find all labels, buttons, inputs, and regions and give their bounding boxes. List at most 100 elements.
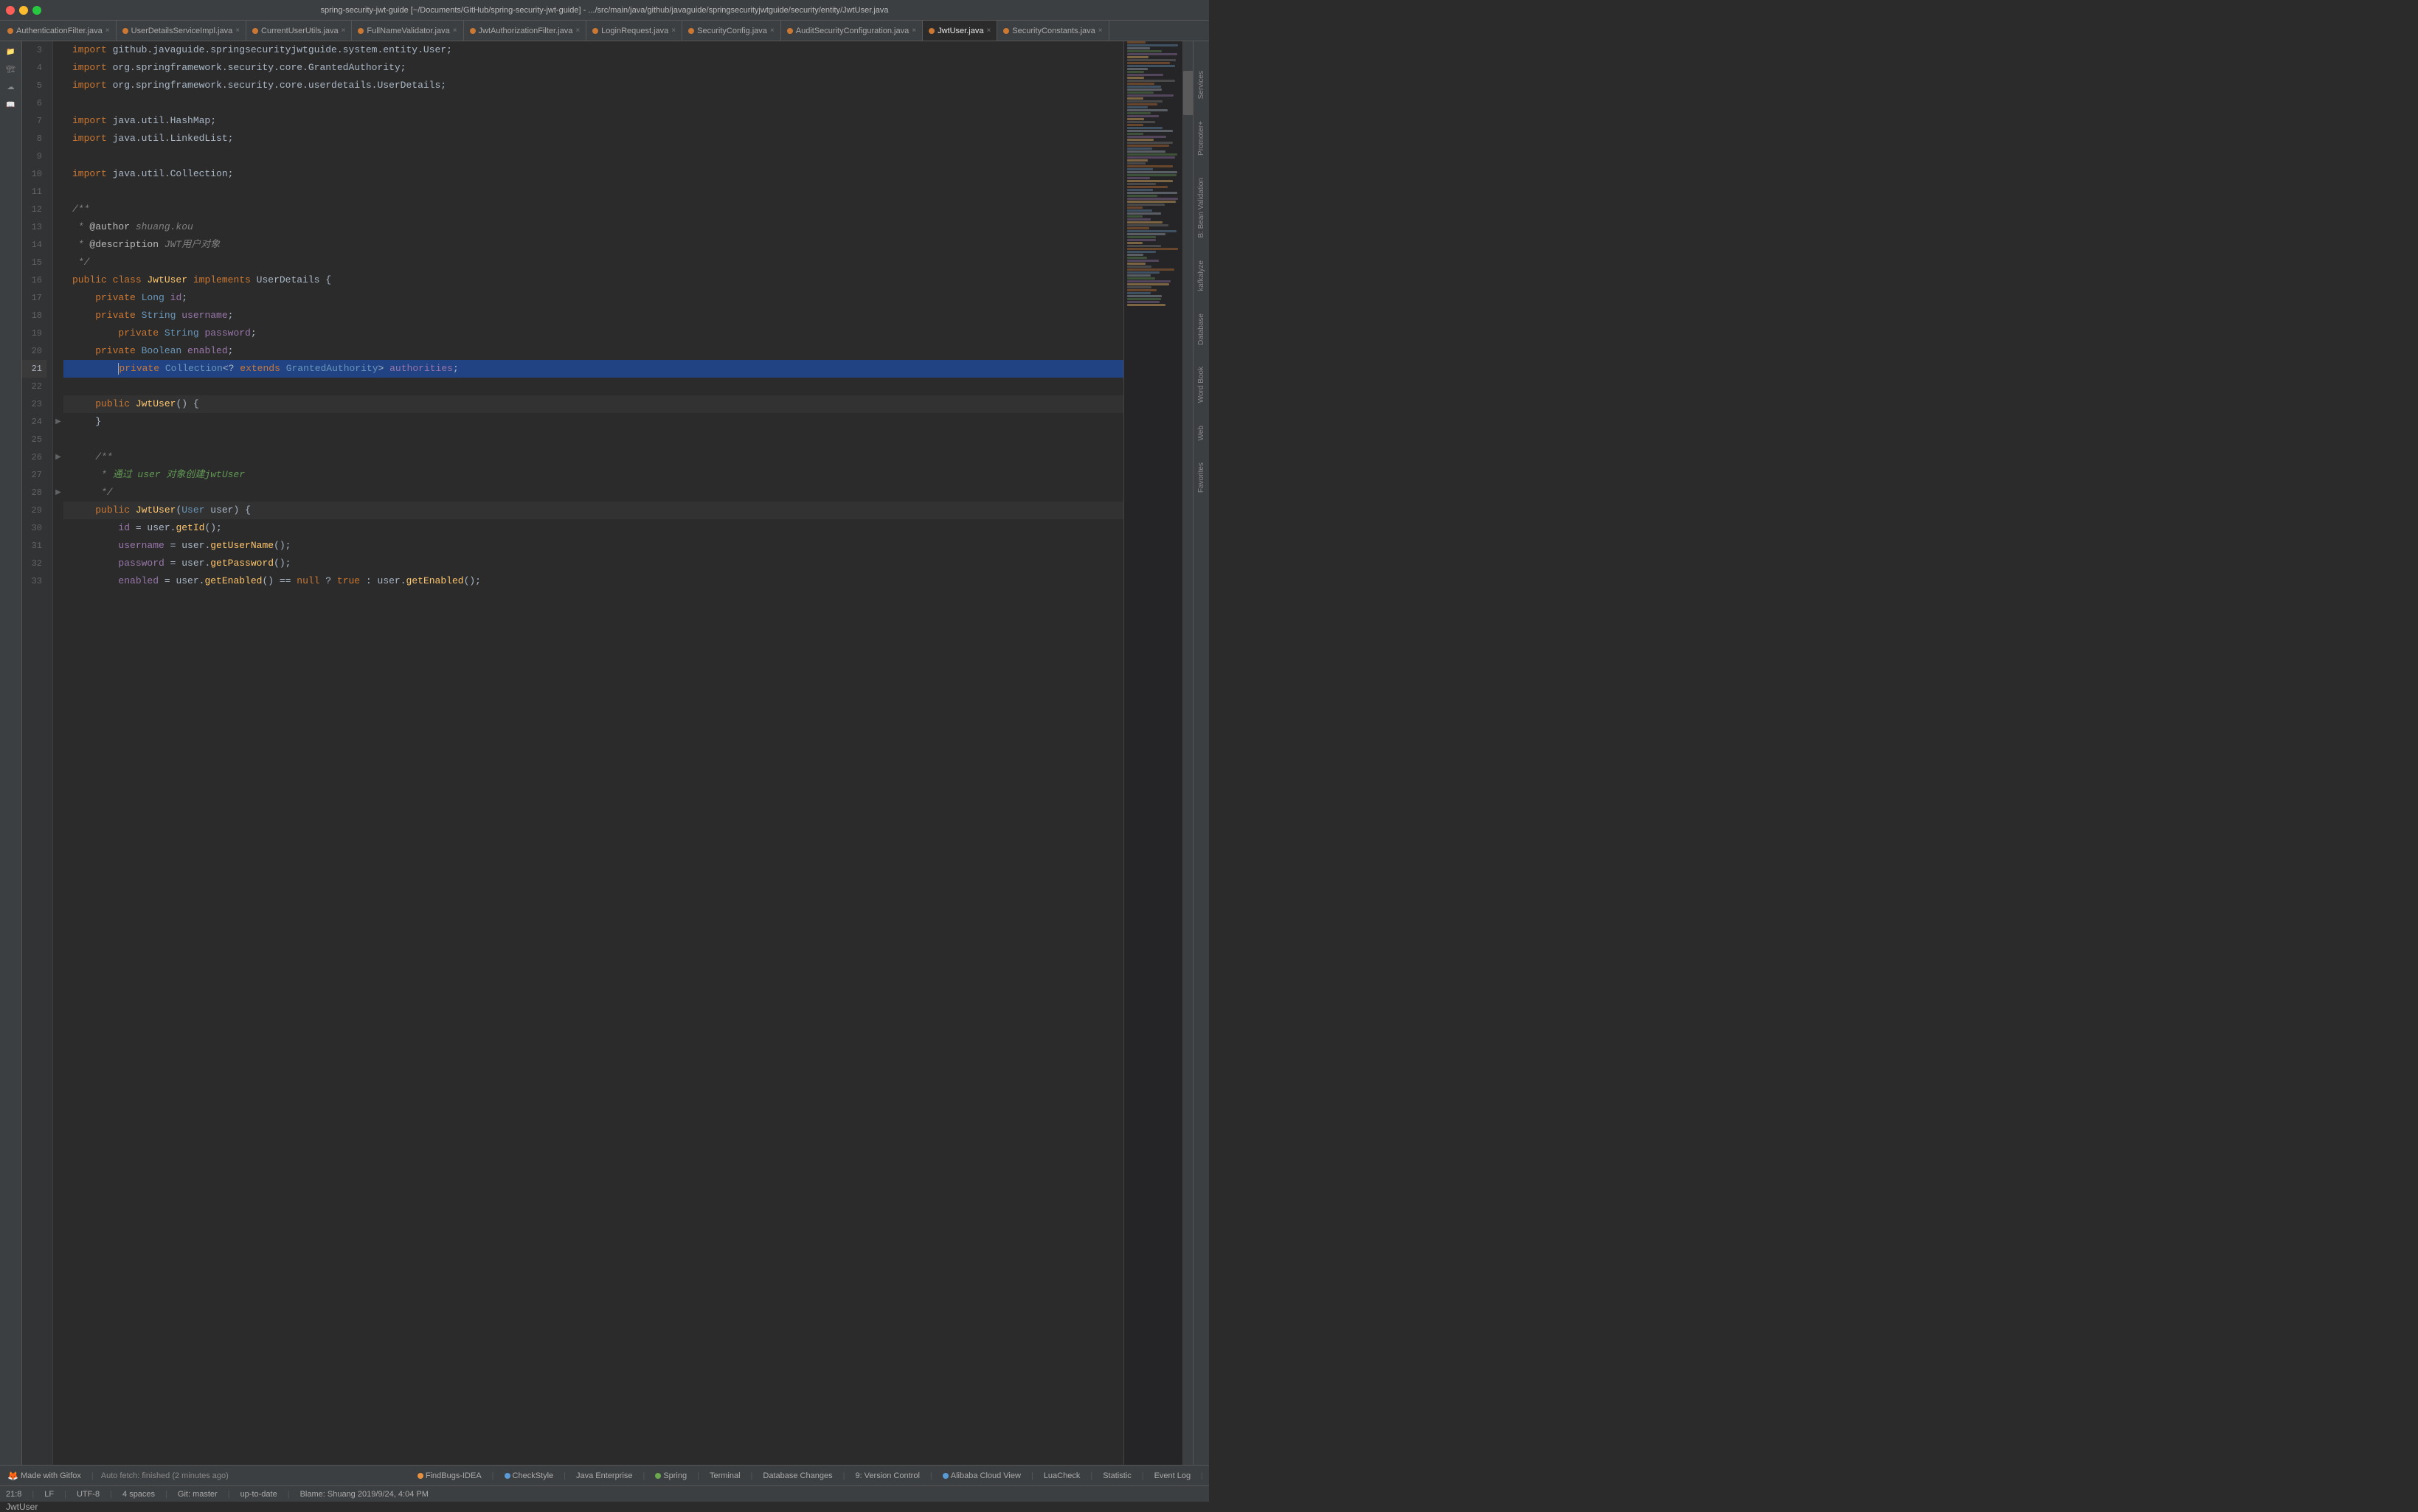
code-line[interactable]: private Boolean enabled; bbox=[63, 342, 1123, 360]
status-line-col[interactable]: 21:8 bbox=[6, 1490, 21, 1499]
tab-close-icon[interactable]: × bbox=[235, 27, 240, 35]
minimap-line bbox=[1127, 230, 1177, 232]
right-sidebar-label[interactable]: Word Book bbox=[1197, 367, 1205, 403]
code-line[interactable]: import org.springframework.security.core… bbox=[63, 77, 1123, 94]
tab-security-constants[interactable]: SecurityConstants.java× bbox=[997, 21, 1109, 41]
fold-marker[interactable]: ▶ bbox=[53, 448, 63, 466]
status-vcs[interactable]: Git: master bbox=[178, 1490, 218, 1499]
code-token: getPassword bbox=[210, 555, 274, 572]
code-line[interactable]: import java.util.Collection; bbox=[63, 165, 1123, 183]
toolbar-item-alibaba-cloud-view[interactable]: Alibaba Cloud View bbox=[940, 1471, 1024, 1481]
code-line[interactable]: public JwtUser(User user) { bbox=[63, 502, 1123, 519]
code-line[interactable]: * @description JWT用户对象 bbox=[63, 236, 1123, 254]
tab-audit-security[interactable]: AuditSecurityConfiguration.java× bbox=[781, 21, 923, 41]
toolbar-item-checkstyle[interactable]: CheckStyle bbox=[502, 1471, 557, 1481]
toolbar-item-terminal[interactable]: Terminal bbox=[707, 1471, 744, 1481]
tab-close-icon[interactable]: × bbox=[1098, 27, 1103, 35]
code-line[interactable]: private Long id; bbox=[63, 289, 1123, 307]
code-line[interactable] bbox=[63, 183, 1123, 201]
right-sidebar-label[interactable]: kafkalyze bbox=[1197, 260, 1205, 291]
code-line[interactable] bbox=[63, 148, 1123, 165]
right-sidebar-label[interactable]: Services bbox=[1197, 71, 1205, 99]
tab-current-user[interactable]: CurrentUserUtils.java× bbox=[246, 21, 352, 41]
code-line[interactable]: private String username; bbox=[63, 307, 1123, 325]
close-button[interactable] bbox=[6, 6, 15, 15]
tab-auth-filter[interactable]: AuthenticationFilter.java× bbox=[1, 21, 117, 41]
tab-jwt-user[interactable]: JwtUser.java× bbox=[923, 21, 997, 41]
code-line[interactable]: /** bbox=[63, 448, 1123, 466]
toolbar-item-luacheck[interactable]: LuaCheck bbox=[1041, 1471, 1084, 1481]
status-encoding[interactable]: LF bbox=[44, 1490, 54, 1499]
code-line[interactable]: private String password; bbox=[63, 325, 1123, 342]
code-line[interactable]: password = user.getPassword(); bbox=[63, 555, 1123, 572]
minimap-line bbox=[1127, 53, 1177, 55]
code-line[interactable]: import java.util.HashMap; bbox=[63, 112, 1123, 130]
code-line[interactable]: public JwtUser() { bbox=[63, 395, 1123, 413]
sidebar-structure-icon[interactable]: 🏗 bbox=[1, 62, 21, 78]
code-line[interactable]: } bbox=[63, 413, 1123, 431]
toolbar-item-findbugs-idea[interactable]: FindBugs-IDEA bbox=[415, 1471, 485, 1481]
right-sidebar-label[interactable]: B: Bean Validation bbox=[1197, 178, 1205, 238]
code-line[interactable]: public class JwtUser implements UserDeta… bbox=[63, 271, 1123, 289]
right-sidebar-label[interactable]: Promoter+ bbox=[1197, 121, 1205, 156]
fold-marker[interactable]: ▶ bbox=[53, 413, 63, 431]
code-line[interactable]: import java.util.LinkedList; bbox=[63, 130, 1123, 148]
maximize-button[interactable] bbox=[32, 6, 41, 15]
code-line[interactable]: import github.javaguide.springsecurityjw… bbox=[63, 41, 1123, 59]
scrollbar[interactable] bbox=[1182, 41, 1193, 1465]
code-line[interactable]: * @author shuang.kou bbox=[63, 218, 1123, 236]
tab-close-icon[interactable]: × bbox=[770, 27, 775, 35]
scrollbar-thumb[interactable] bbox=[1183, 71, 1193, 115]
code-line[interactable]: /** bbox=[63, 201, 1123, 218]
tab-login-request[interactable]: LoginRequest.java× bbox=[586, 21, 682, 41]
code-line[interactable]: * 通过 user 对象创建jwtUser bbox=[63, 466, 1123, 484]
minimize-button[interactable] bbox=[19, 6, 28, 15]
code-line[interactable]: */ bbox=[63, 254, 1123, 271]
toolbar-item-event-log[interactable]: Event Log bbox=[1151, 1471, 1194, 1481]
code-line[interactable] bbox=[63, 378, 1123, 395]
toolbar-item-spring[interactable]: Spring bbox=[652, 1471, 690, 1481]
right-sidebar-label[interactable]: Favorites bbox=[1197, 462, 1205, 493]
tab-user-details-impl[interactable]: UserDetailsServiceImpl.java× bbox=[117, 21, 246, 41]
tab-security-config[interactable]: SecurityConfig.java× bbox=[682, 21, 781, 41]
code-token: ( bbox=[176, 502, 181, 519]
toolbar-item-database-changes[interactable]: Database Changes bbox=[760, 1471, 835, 1481]
code-line[interactable]: username = user.getUserName(); bbox=[63, 537, 1123, 555]
fold-marker[interactable]: ▶ bbox=[53, 484, 63, 502]
tab-close-icon[interactable]: × bbox=[105, 27, 110, 35]
tab-full-name-validator[interactable]: FullNameValidator.java× bbox=[352, 21, 463, 41]
toolbar-label: Terminal bbox=[710, 1471, 741, 1480]
tab-close-icon[interactable]: × bbox=[575, 27, 580, 35]
code-line[interactable]: id = user.getId(); bbox=[63, 519, 1123, 537]
status-indent[interactable]: 4 spaces bbox=[122, 1490, 155, 1499]
status-blame[interactable]: Blame: Shuang 2019/9/24, 4:04 PM bbox=[300, 1490, 429, 1499]
status-charset[interactable]: UTF-8 bbox=[77, 1490, 100, 1499]
tab-jwt-auth-filter[interactable]: JwtAuthorizationFilter.java× bbox=[464, 21, 587, 41]
minimap-line bbox=[1127, 94, 1174, 97]
made-with-gitfox[interactable]: 🦊Made with Gitfox bbox=[4, 1470, 84, 1482]
minimap bbox=[1123, 41, 1182, 1465]
minimap-line bbox=[1127, 304, 1165, 306]
code-line[interactable]: private Collection<? extends GrantedAuth… bbox=[63, 360, 1123, 378]
minimap-line bbox=[1127, 233, 1165, 235]
right-sidebar-label[interactable]: Database bbox=[1197, 313, 1205, 345]
tab-close-icon[interactable]: × bbox=[342, 27, 346, 35]
tab-close-icon[interactable]: × bbox=[671, 27, 676, 35]
toolbar-item-9:-version-control[interactable]: 9: Version Control bbox=[852, 1471, 922, 1481]
toolbar-item-java-enterprise[interactable]: Java Enterprise bbox=[573, 1471, 635, 1481]
code-line[interactable] bbox=[63, 94, 1123, 112]
code-line[interactable]: enabled = user.getEnabled() == null ? tr… bbox=[63, 572, 1123, 590]
toolbar-item-statistic[interactable]: Statistic bbox=[1100, 1471, 1134, 1481]
tab-close-icon[interactable]: × bbox=[986, 27, 991, 35]
right-sidebar-label[interactable]: Web bbox=[1197, 426, 1205, 440]
sidebar-cloud-icon[interactable]: ☁ bbox=[1, 80, 21, 96]
code-line[interactable]: */ bbox=[63, 484, 1123, 502]
tab-close-icon[interactable]: × bbox=[912, 27, 916, 35]
sidebar-project-icon[interactable]: 📁 bbox=[1, 44, 21, 60]
code-line[interactable]: import org.springframework.security.core… bbox=[63, 59, 1123, 77]
tab-close-icon[interactable]: × bbox=[453, 27, 457, 35]
sidebar-learn-icon[interactable]: 📖 bbox=[1, 97, 21, 114]
code-editor[interactable]: import github.javaguide.springsecurityjw… bbox=[63, 41, 1123, 1465]
status-sync[interactable]: up-to-date bbox=[240, 1490, 277, 1499]
code-line[interactable] bbox=[63, 431, 1123, 448]
